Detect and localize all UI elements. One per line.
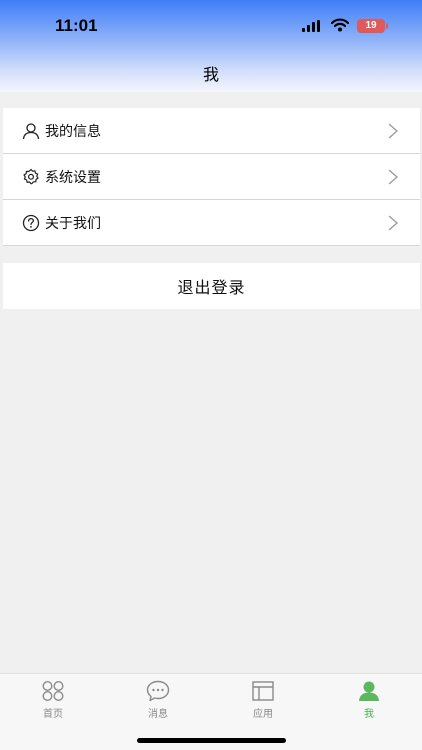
logout-label: 退出登录 <box>177 278 246 297</box>
message-icon <box>146 680 170 702</box>
chevron-right-icon <box>388 169 398 185</box>
logout-button[interactable]: 退出登录 <box>3 263 420 309</box>
menu-item-label: 我的信息 <box>45 123 101 140</box>
page-title: 我 <box>202 65 219 84</box>
profile-icon <box>359 681 379 701</box>
home-icon <box>42 680 64 702</box>
menu-item-label: 关于我们 <box>45 215 101 232</box>
settings-menu: 我的信息 系统设置 关于我们 <box>3 108 420 246</box>
home-indicator[interactable] <box>137 738 286 743</box>
menu-item-my-info[interactable]: 我的信息 <box>3 108 420 154</box>
gear-icon <box>22 168 40 186</box>
chevron-right-icon <box>388 123 398 139</box>
tab-label: 应用 <box>253 709 273 720</box>
apps-icon <box>252 681 274 701</box>
signal-icon <box>302 20 320 32</box>
tab-label: 我 <box>364 709 374 720</box>
tab-home[interactable]: 首页 <box>23 680 83 720</box>
tab-apps[interactable]: 应用 <box>233 680 293 720</box>
question-icon <box>22 214 40 232</box>
battery-indicator: 19 <box>357 19 388 33</box>
user-icon <box>22 122 40 140</box>
wifi-icon <box>331 18 349 32</box>
header: 11:01 19 我 <box>0 0 422 92</box>
chevron-right-icon <box>388 215 398 231</box>
menu-item-label: 系统设置 <box>45 169 101 186</box>
tab-label: 消息 <box>148 709 168 720</box>
tab-me[interactable]: 我 <box>339 680 399 720</box>
status-time: 11:01 <box>55 16 98 35</box>
menu-item-about-us[interactable]: 关于我们 <box>3 200 420 246</box>
battery-level: 19 <box>365 20 377 31</box>
menu-item-system-settings[interactable]: 系统设置 <box>3 154 420 200</box>
tab-messages[interactable]: 消息 <box>128 680 188 720</box>
tab-label: 首页 <box>43 709 63 720</box>
